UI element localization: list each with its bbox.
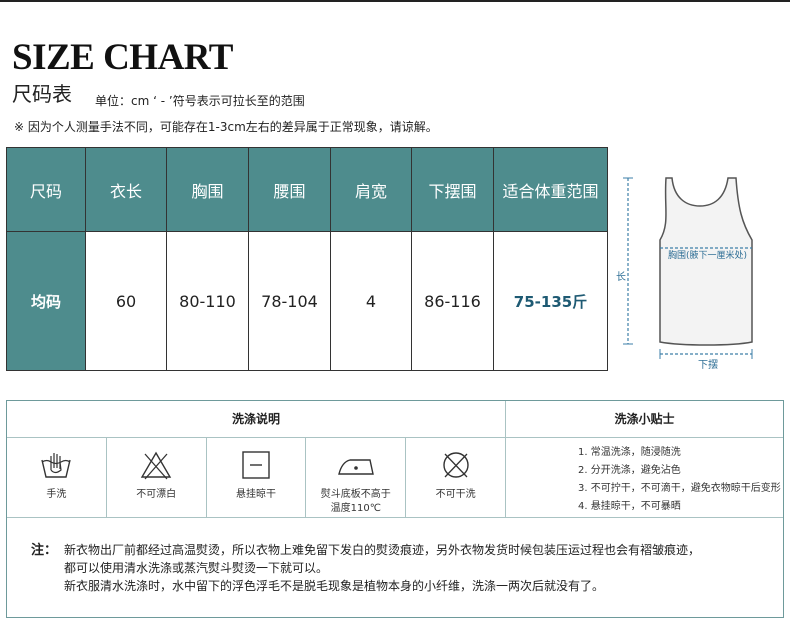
- row-cell-shoulder: 4: [330, 231, 412, 371]
- page-title: SIZE CHART: [12, 37, 233, 78]
- note-lead: 注：: [31, 543, 58, 558]
- note-line: 新衣服清水洗涤时，水中留下的浮色浮毛不是脱毛现象是植物本身的小纤维，洗涤一两次后…: [64, 579, 605, 593]
- care-icons-row: 手洗 不可漂白 悬挂晾干 熨斗底板不高于 温度110℃ 不可干洗: [7, 438, 506, 518]
- care-panel: 洗涤说明 洗涤小贴士 手洗 不可漂白 悬挂晾干 熨斗底板不高于 温度110℃ 不…: [6, 400, 784, 618]
- size-table: 尺码 衣长 胸围 腰围 肩宽 下摆围 适合体重范围 均码 60 80-110 7…: [6, 147, 608, 371]
- care-item-iron: 熨斗底板不高于 温度110℃: [306, 438, 407, 517]
- length-label: 长: [616, 271, 626, 283]
- header-cell-size: 尺码: [6, 147, 86, 232]
- header-cell-shoulder: 肩宽: [330, 147, 412, 232]
- header-cell-hem: 下摆围: [411, 147, 494, 232]
- tip-item: 4. 悬挂晾干，不可暴晒: [578, 501, 681, 512]
- tip-item: 3. 不可拧干，不可滴干，避免衣物晾干后变形: [578, 483, 781, 494]
- page-subtitle: 尺码表: [12, 82, 72, 106]
- iron-label-line1: 熨斗底板不高于: [320, 489, 391, 500]
- tip-item: 1. 常温洗涤，随浸随洗: [578, 447, 681, 458]
- iron-label-line2: 温度110℃: [330, 503, 381, 514]
- hang-dry-icon: [242, 451, 270, 479]
- top-rule: [0, 0, 790, 2]
- header-cell-waist: 腰围: [248, 147, 331, 232]
- no-bleach-label: 不可漂白: [136, 489, 177, 500]
- no-dry-clean-label: 不可干洗: [435, 489, 476, 500]
- iron-label: 熨斗底板不高于 温度110℃: [306, 488, 405, 516]
- wash-instructions-title: 洗涤说明: [7, 401, 506, 438]
- care-item-hang-dry: 悬挂晾干: [207, 438, 307, 517]
- iron-low-icon: [337, 459, 374, 475]
- care-item-no-dry-clean: 不可干洗: [406, 438, 505, 517]
- hang-dry-label: 悬挂晾干: [235, 489, 276, 500]
- note-line: 都可以使用清水洗涤或蒸汽熨斗熨烫一下就可以。: [64, 561, 329, 575]
- chest-label: 胸围(腋下一厘米处): [668, 249, 747, 261]
- size-table-row: 均码 60 80-110 78-104 4 86-116 75-135斤: [6, 231, 608, 371]
- header-cell-chest: 胸围: [166, 147, 249, 232]
- size-table-header-row: 尺码 衣长 胸围 腰围 肩宽 下摆围 适合体重范围: [6, 147, 608, 232]
- note-line: 新衣物出厂前都经过高温熨烫，所以衣物上难免留下发白的熨烫痕迹，另外衣物发货时候包…: [64, 543, 701, 557]
- disclaimer-note: ※ 因为个人测量手法不同，可能存在1-3cm左右的差异属于正常现象，请谅解。: [14, 120, 438, 134]
- row-cell-size: 均码: [6, 231, 86, 371]
- hem-label: 下摆: [698, 358, 718, 371]
- hand-wash-label: 手洗: [46, 489, 67, 500]
- no-dry-clean-icon: [442, 452, 469, 478]
- header-cell-length: 衣长: [85, 147, 167, 232]
- hand-wash-icon: [41, 453, 72, 478]
- tank-top-diagram: 胸围(腋下一厘米处) 长 下摆: [616, 177, 753, 371]
- row-cell-length: 60: [85, 231, 167, 371]
- row-cell-weight: 75-135斤: [493, 231, 608, 371]
- wash-tips-list: 1. 常温洗涤，随浸随洗 2. 分开洗涤，避免沾色 3. 不可拧干，不可滴干，避…: [506, 438, 783, 518]
- row-cell-waist: 78-104: [248, 231, 331, 371]
- wash-tips-title: 洗涤小贴士: [506, 401, 783, 438]
- row-cell-chest: 80-110: [166, 231, 249, 371]
- row-cell-hem: 86-116: [411, 231, 494, 371]
- care-item-hand-wash: 手洗: [7, 438, 107, 517]
- no-bleach-icon: [140, 451, 172, 480]
- tip-item: 2. 分开洗涤，避免沾色: [578, 465, 681, 476]
- care-item-no-bleach: 不可漂白: [107, 438, 207, 517]
- tank-top-outline: [659, 177, 753, 346]
- header-cell-weight: 适合体重范围: [493, 147, 608, 232]
- unit-note: 单位：cm ‘ - ’符号表示可拉长至的范围: [95, 94, 305, 108]
